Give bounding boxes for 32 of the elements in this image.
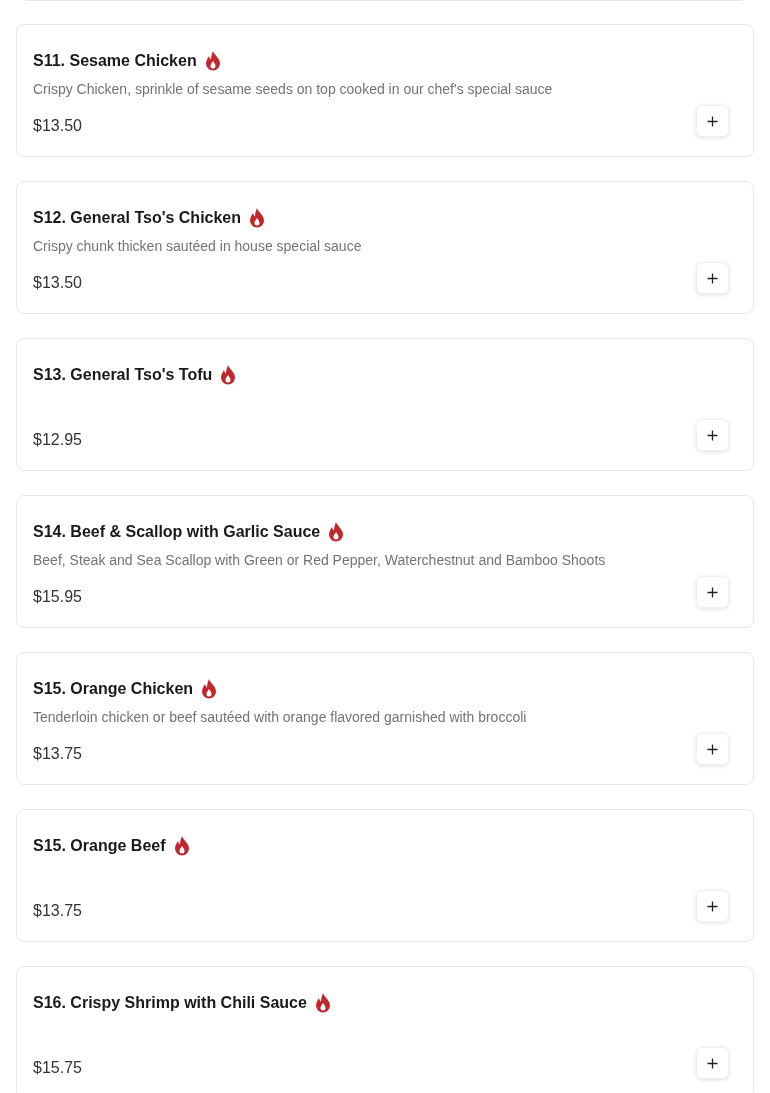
- add-button[interactable]: [696, 1047, 729, 1079]
- plus-icon: [707, 586, 718, 598]
- plus-icon: [707, 900, 718, 912]
- dish-name: S15. Orange Chicken: [33, 680, 194, 698]
- dish-name: S14. Beef & Scallop with Garlic Sauce: [33, 523, 321, 541]
- plus-icon: [707, 1057, 718, 1069]
- dish-description: Crispy chunk thicken sautéed in house special sauce: [33, 238, 362, 254]
- price: $15.95: [33, 587, 82, 607]
- add-button[interactable]: [696, 419, 729, 451]
- price: $13.75: [33, 744, 82, 764]
- dish-name: S12. General Tso's Chicken: [33, 209, 242, 227]
- price: $15.75: [33, 1058, 82, 1078]
- dish-description: Crispy Chicken, sprinkle of sesame seeds on top cooked in our chef's special sauce: [33, 81, 553, 97]
- add-button[interactable]: [696, 105, 729, 137]
- price: $13.50: [33, 273, 82, 293]
- dish-description: Tenderloin chicken or beef sautéed with orange flavored garnished with broccoli: [33, 709, 527, 725]
- price: $12.95: [33, 430, 82, 450]
- add-button[interactable]: [696, 576, 729, 608]
- dish-name: S16. Crispy Shrimp with Chili Sauce: [33, 994, 307, 1012]
- dish-name: S13. General Tso's Tofu: [33, 366, 213, 384]
- price: $13.50: [33, 116, 82, 136]
- dish-name: S15. Orange Beef: [33, 837, 166, 855]
- dish-description: Beef, Steak and Sea Scallop with Green or Red Pepper, Waterchestnut and Bamboo Shoots: [33, 552, 606, 568]
- add-button[interactable]: [696, 733, 729, 765]
- price: $13.75: [33, 901, 82, 921]
- plus-icon: [707, 115, 718, 127]
- plus-icon: [707, 272, 718, 284]
- dish-name: S11. Sesame Chicken: [33, 52, 197, 70]
- plus-icon: [707, 743, 718, 755]
- plus-icon: [707, 429, 718, 441]
- add-button[interactable]: [696, 262, 729, 294]
- add-button[interactable]: [696, 890, 729, 922]
